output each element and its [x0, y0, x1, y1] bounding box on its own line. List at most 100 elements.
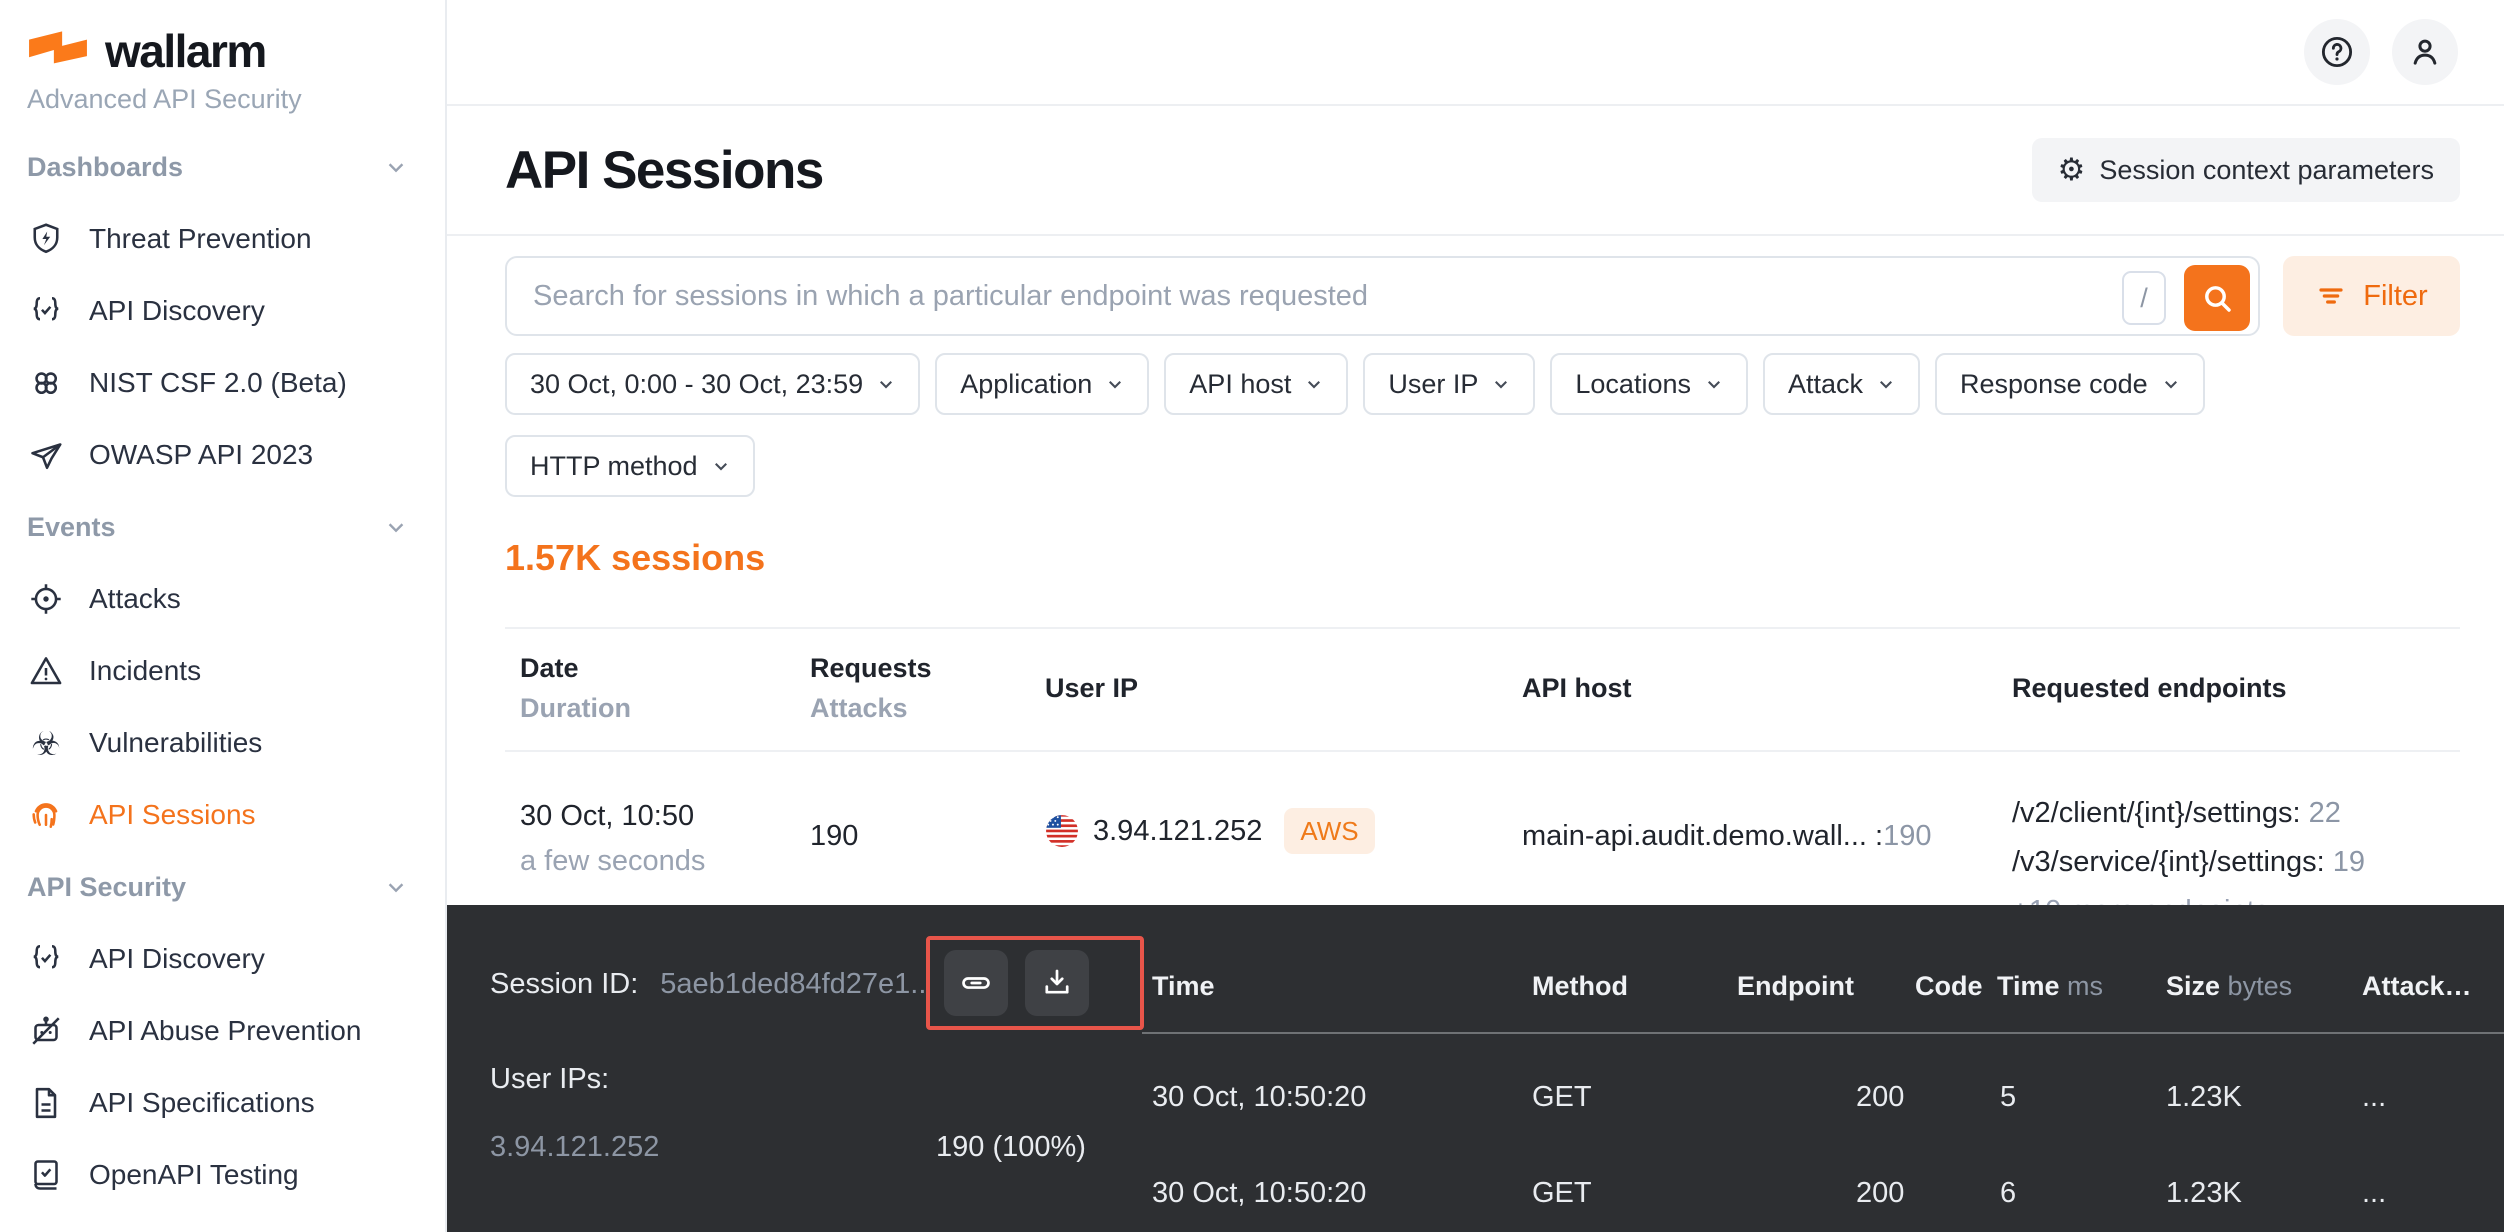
response-code-filter[interactable]: Response code	[1935, 353, 2205, 415]
brand-subtitle: Advanced API Security	[27, 84, 445, 115]
fingerprint-icon	[27, 796, 65, 834]
chevron-down-icon	[877, 375, 895, 393]
brand-name: wallarm	[105, 24, 266, 78]
paper-plane-icon	[27, 436, 65, 474]
req-code: 200	[1856, 1177, 1904, 1210]
col-duration: Duration	[520, 693, 795, 724]
user-ip-filter[interactable]: User IP	[1363, 353, 1535, 415]
endpoint-count: 19	[2333, 846, 2365, 878]
sidebar: wallarm Advanced API Security Dashboards…	[0, 0, 447, 1232]
session-date: 30 Oct, 10:50	[520, 800, 795, 833]
chip-label: Application	[960, 369, 1092, 400]
search-button[interactable]	[2184, 265, 2250, 331]
sidebar-item-threat-prevention[interactable]: Threat Prevention	[0, 203, 445, 275]
api-host-filter[interactable]: API host	[1164, 353, 1348, 415]
robot-slash-icon	[27, 1012, 65, 1050]
help-button[interactable]	[2304, 19, 2370, 85]
target-icon	[27, 580, 65, 618]
sidebar-item-owasp-api[interactable]: OWASP API 2023	[0, 419, 445, 491]
search-input[interactable]	[507, 258, 2078, 334]
sidebar-item-label: Vulnerabilities	[89, 727, 262, 759]
session-context-parameters-button[interactable]: ⚙ Session context parameters	[2032, 138, 2460, 202]
dp-header-divider	[1142, 1032, 2504, 1034]
sidebar-item-api-discovery-dash[interactable]: API Discovery	[0, 275, 445, 347]
sidebar-item-label: API Discovery	[89, 295, 265, 327]
chevron-down-icon	[1877, 375, 1895, 393]
search-row: / Filter	[505, 256, 2460, 336]
sidebar-item-api-sessions[interactable]: API Sessions	[0, 779, 445, 851]
sidebar-item-label: API Sessions	[89, 799, 256, 831]
user-ips-label: User IPs:	[490, 1063, 609, 1096]
provider-badge: AWS	[1284, 808, 1374, 854]
endpoint-path: /v2/client/{int}/settings:	[2012, 797, 2301, 829]
col-date: Date	[520, 653, 795, 684]
chevron-down-icon	[1106, 375, 1124, 393]
endpoint-line: /v2/client/{int}/settings: 22	[2012, 789, 2460, 838]
shield-bolt-icon	[27, 220, 65, 258]
attack-filter[interactable]: Attack	[1763, 353, 1920, 415]
sidebar-item-label: API Abuse Prevention	[89, 1015, 361, 1047]
filter-button[interactable]: Filter	[2283, 256, 2460, 336]
locations-filter[interactable]: Locations	[1550, 353, 1748, 415]
dp-col-method: Method	[1532, 971, 1628, 1002]
sidebar-section-dashboards[interactable]: Dashboards	[0, 131, 445, 203]
gear-icon: ⚙	[2058, 155, 2086, 186]
sidebar-item-openapi-testing[interactable]: OpenAPI Testing	[0, 1139, 445, 1211]
api-host-count: 190	[1883, 820, 1931, 852]
wallarm-logo-icon	[27, 29, 89, 73]
session-context-parameters-label: Session context parameters	[2099, 155, 2434, 186]
req-size: 1.23K	[2166, 1081, 2242, 1114]
req-time: 30 Oct, 10:50:20	[1152, 1177, 1366, 1210]
session-id-label: Session ID:	[490, 968, 638, 1001]
sidebar-item-vulnerabilities[interactable]: ☣ Vulnerabilities	[0, 707, 445, 779]
filter-lines-icon	[2315, 280, 2347, 312]
dp-col-size-unit: bytes	[2228, 971, 2293, 1001]
http-method-filter[interactable]: HTTP method	[505, 435, 755, 497]
req-time-ms: 5	[2000, 1081, 2016, 1114]
question-mark-icon	[2318, 33, 2356, 71]
dp-col-time: Time	[1152, 971, 1215, 1002]
application-filter[interactable]: Application	[935, 353, 1149, 415]
sidebar-item-nist-csf[interactable]: NIST CSF 2.0 (Beta)	[0, 347, 445, 419]
req-code: 200	[1856, 1081, 1904, 1114]
user-ip-request-share: 190 (100%)	[936, 1131, 1086, 1164]
sidebar-section-events[interactable]: Events	[0, 491, 445, 563]
session-id-row: Session ID: 5aeb1ded84fd27e1..	[490, 968, 926, 1001]
chip-label: API host	[1189, 369, 1291, 400]
brand-logo[interactable]: wallarm	[27, 24, 445, 78]
dp-col-endpoint: Endpoint	[1737, 971, 1854, 1002]
sidebar-nav: Dashboards Threat Prevention API Discove…	[0, 131, 445, 1211]
col-requested-endpoints: Requested endpoints	[2012, 673, 2287, 704]
sidebar-item-label: OWASP API 2023	[89, 439, 313, 471]
session-id-value: 5aeb1ded84fd27e1..	[660, 968, 926, 1001]
sidebar-item-incidents[interactable]: Incidents	[0, 635, 445, 707]
sidebar-item-api-discovery-sec[interactable]: API Discovery	[0, 923, 445, 995]
sidebar-item-attacks[interactable]: Attacks	[0, 563, 445, 635]
dp-col-attack: Attack…	[2362, 971, 2472, 1002]
sidebar-item-label: API Discovery	[89, 943, 265, 975]
app-window: wallarm Advanced API Security Dashboards…	[0, 0, 2504, 1232]
req-method: GET	[1532, 1177, 1592, 1210]
document-icon	[27, 1084, 65, 1122]
dp-col-time-ms-unit: ms	[2067, 971, 2103, 1001]
section-label: Dashboards	[27, 152, 183, 183]
req-time: 30 Oct, 10:50:20	[1152, 1081, 1366, 1114]
sidebar-section-api-security[interactable]: API Security	[0, 851, 445, 923]
content: / Filter 30 Oct, 0:00 - 30 Oct, 23:59	[447, 236, 2504, 936]
col-attacks: Attacks	[810, 693, 1030, 724]
session-api-host: main-api.audit.demo.wall...	[1522, 820, 1867, 852]
req-attack: ...	[2362, 1177, 2386, 1210]
sidebar-item-api-abuse-prevention[interactable]: API Abuse Prevention	[0, 995, 445, 1067]
annotation-highlight-box	[926, 936, 1144, 1030]
braces-check-icon	[27, 292, 65, 330]
sessions-table-header: Date Duration Requests Attacks User IP A…	[505, 629, 2460, 750]
account-button[interactable]	[2392, 19, 2458, 85]
user-ip-link[interactable]: 3.94.121.252	[490, 1131, 659, 1164]
biohazard-icon: ☣	[27, 724, 65, 762]
sessions-count: 1.57K sessions	[505, 537, 2460, 579]
date-range-filter[interactable]: 30 Oct, 0:00 - 30 Oct, 23:59	[505, 353, 920, 415]
chip-label: Locations	[1575, 369, 1691, 400]
search-box: /	[505, 256, 2260, 336]
chevron-down-icon	[2162, 375, 2180, 393]
sidebar-item-api-specifications[interactable]: API Specifications	[0, 1067, 445, 1139]
